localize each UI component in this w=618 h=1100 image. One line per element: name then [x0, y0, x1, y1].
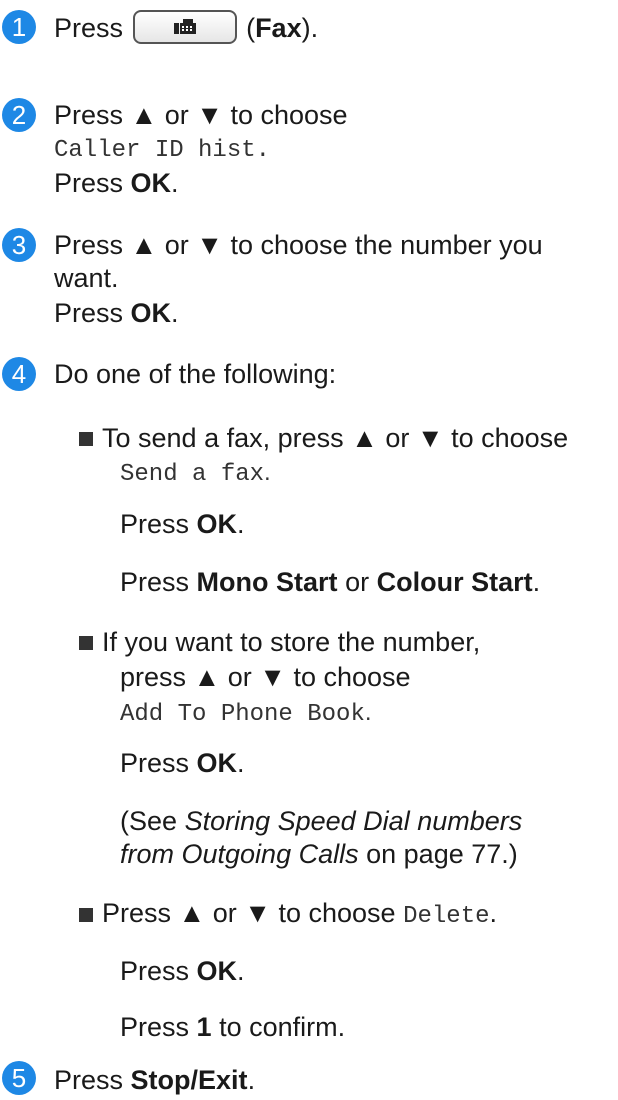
option-1-press: Press — [120, 509, 190, 539]
step-5-dot: . — [247, 1065, 256, 1095]
option-3-press1: Press — [120, 1012, 190, 1042]
option-2-menu-value: Add To Phone Book — [120, 701, 365, 728]
step-1-text: Press (Fax). — [54, 9, 319, 47]
option-1-start: Press Mono Start or Colour Start. — [120, 566, 540, 598]
step-2-press: Press — [54, 168, 124, 198]
step-5-key: Stop/Exit — [130, 1065, 248, 1095]
fax-icon — [173, 18, 196, 34]
step-2-menu: Caller ID hist. — [54, 137, 271, 164]
option-3-label: Press ▲ or ▼ to choose — [102, 898, 396, 928]
option-3-confirm-text: to confirm. — [219, 1012, 346, 1042]
step-3-line2: want. — [54, 263, 119, 293]
fax-key-button — [132, 9, 237, 44]
step-2-line1: Press ▲ or ▼ to choose — [54, 100, 348, 130]
option-2-see-line1: (See Storing Speed Dial numbers — [120, 805, 522, 837]
option-3-ok: OK — [196, 956, 238, 986]
step-5-press: Press — [54, 1065, 124, 1095]
option-1-dot2: . — [532, 567, 541, 597]
option-2-press: Press — [120, 748, 190, 778]
step-5-text: Press Stop/Exit. — [54, 1064, 255, 1096]
option-1-menu-value: Send a fax — [120, 461, 265, 488]
step-number-4: 4 — [2, 357, 36, 391]
option-2-menu: Add To Phone Book. — [120, 699, 372, 728]
option-1-press-ok: Press OK. — [120, 508, 245, 540]
step-2-press-ok: Press OK. — [54, 167, 179, 199]
option-1-or: or — [345, 567, 370, 597]
step-2-dot: . — [171, 168, 179, 198]
option-1-mono-start: Mono Start — [196, 567, 338, 597]
option-3-press-ok: Press OK. — [120, 955, 245, 987]
square-bullet-icon — [79, 432, 93, 446]
step-number-1: 1 — [2, 10, 36, 44]
square-bullet-icon — [79, 636, 93, 650]
option-1-dot: . — [237, 509, 245, 539]
option-1-text: To send a fax, press ▲ or ▼ to choose — [102, 423, 569, 453]
option-3-press: Press — [120, 956, 190, 986]
step-1-key: Fax — [255, 13, 302, 43]
option-2-see-close: on page 77.) — [366, 839, 518, 869]
option-2-see-italic1: Storing Speed Dial numbers — [184, 806, 523, 836]
option-2-line1: If you want to store the number, — [102, 627, 481, 657]
option-3-confirm: Press 1 to confirm. — [120, 1011, 345, 1043]
step-4-line1: Do one of the following: — [54, 359, 337, 389]
option-3-menu: Delete — [403, 903, 490, 930]
option-3-dot: . — [237, 956, 245, 986]
option-2-line2: press ▲ or ▼ to choose — [120, 662, 411, 692]
step-3-dot: . — [171, 298, 179, 328]
step-3-press: Press — [54, 298, 124, 328]
option-1-colour-start: Colour Start — [376, 567, 533, 597]
step-3-line1: Press ▲ or ▼ to choose the number you — [54, 230, 543, 260]
option-1-menu: Send a fax. — [120, 459, 271, 488]
step-number-3: 3 — [2, 228, 36, 262]
step-3-ok: OK — [130, 298, 172, 328]
option-2-dot: . — [237, 748, 245, 778]
step-number-2: 2 — [2, 98, 36, 132]
option-3-one: 1 — [196, 1012, 212, 1042]
step-1-paren-open: ( — [246, 13, 256, 43]
option-3-text: Press ▲ or ▼ to choose Delete. — [102, 898, 498, 930]
step-1-paren-close: ). — [301, 13, 319, 43]
step-number-5: 5 — [2, 1061, 36, 1095]
option-1-press2: Press — [120, 567, 190, 597]
step-3-press-ok: Press OK. — [54, 297, 179, 329]
option-2-see-italic2: from Outgoing Calls — [120, 839, 359, 869]
option-2-ok: OK — [196, 748, 238, 778]
square-bullet-icon — [79, 908, 93, 922]
step-1-press: Press — [54, 13, 124, 43]
option-2-see-open: (See — [120, 806, 178, 836]
option-2-see-line2: from Outgoing Calls on page 77.) — [120, 838, 518, 870]
step-2-ok: OK — [130, 168, 172, 198]
option-2-press-ok: Press OK. — [120, 747, 245, 779]
option-1-ok: OK — [196, 509, 238, 539]
